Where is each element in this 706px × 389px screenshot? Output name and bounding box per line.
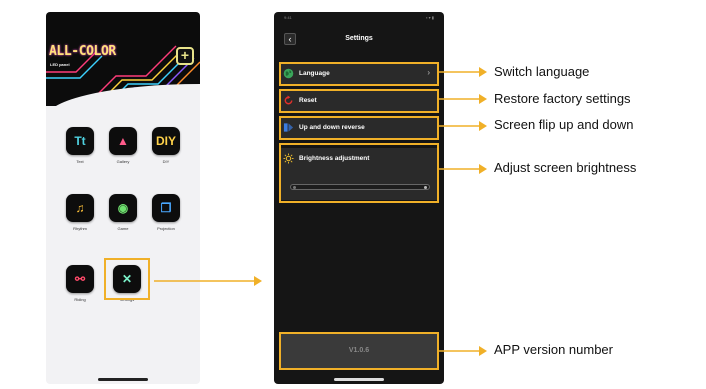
composite-illustration: ALL-COLOR LED panel + Tt Text ▲ Gallery …: [0, 0, 706, 389]
highlight-brightness: [279, 143, 439, 203]
app-gallery[interactable]: ▲ Gallery: [103, 127, 143, 173]
music-note-icon: ♫: [66, 194, 94, 222]
diy-icon: DIY: [152, 127, 180, 155]
status-time: 9:41: [284, 15, 292, 20]
bicycle-icon: ⚯: [66, 265, 94, 293]
callout-reverse: Screen flip up and down: [494, 117, 634, 132]
home-indicator: [98, 378, 148, 381]
status-bar: 9:41 ▪ ▾ ▮: [274, 12, 444, 26]
brand-subtitle: LED panel: [50, 62, 70, 67]
arrow-language: [439, 67, 487, 77]
arrow-version: [439, 346, 487, 356]
app-text[interactable]: Tt Text: [60, 127, 100, 173]
callout-language: Switch language: [494, 64, 590, 79]
text-icon: Tt: [66, 127, 94, 155]
app-label: Riding: [74, 297, 86, 302]
app-label: Rhythm: [73, 226, 87, 231]
highlight-reset: [279, 89, 439, 113]
highlight-language: [279, 62, 439, 86]
gallery-icon: ▲: [109, 127, 137, 155]
highlight-reverse: [279, 116, 439, 140]
app-game[interactable]: ◉ Game: [103, 194, 143, 240]
callout-brightness: Adjust screen brightness: [494, 160, 637, 175]
game-robot-icon: ◉: [109, 194, 137, 222]
app-diy[interactable]: DIY DIY: [146, 127, 186, 173]
arrow-reverse: [439, 121, 487, 131]
app-label: Projection: [157, 226, 175, 231]
arrow-brightness: [439, 164, 487, 174]
projection-icon: ❐: [152, 194, 180, 222]
callout-reset: Restore factory settings: [494, 91, 631, 106]
arrow-reset: [439, 94, 487, 104]
app-projection[interactable]: ❐ Projection: [146, 194, 186, 240]
navigate-arrow: [154, 276, 262, 286]
app-label: Gallery: [116, 159, 130, 164]
app-label: Text: [76, 159, 84, 164]
app-riding[interactable]: ⚯ Riding: [60, 265, 100, 311]
settings-highlight-box: [104, 258, 150, 300]
home-screen-phone: ALL-COLOR LED panel + Tt Text ▲ Gallery …: [46, 12, 200, 384]
page-title: Settings: [345, 35, 373, 42]
app-rhythm[interactable]: ♫ Rhythm: [60, 194, 100, 240]
highlight-version: [279, 332, 439, 370]
settings-screen-phone: 9:41 ▪ ▾ ▮ ‹ Settings Language › Reset U…: [274, 12, 444, 384]
brand-logo: ALL-COLOR: [49, 44, 116, 59]
add-button[interactable]: +: [176, 47, 194, 65]
callout-version: APP version number: [494, 342, 613, 357]
status-icons: ▪ ▾ ▮: [426, 15, 434, 20]
app-label: Game: [117, 226, 129, 231]
app-label: DIY: [162, 159, 170, 164]
home-indicator: [334, 378, 384, 381]
